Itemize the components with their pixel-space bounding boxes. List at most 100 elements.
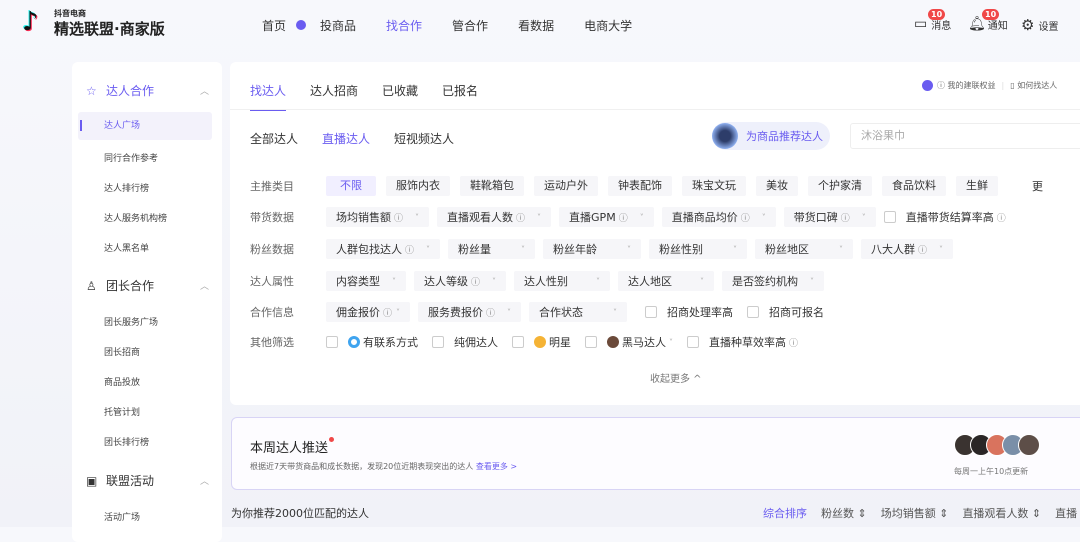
category-chip[interactable]: 钟表配饰 — [608, 176, 672, 196]
subtab-live[interactable]: 直播达人 — [322, 130, 370, 147]
banner-title: 本周达人推送 — [250, 437, 335, 456]
dark-horse-checkbox[interactable]: 黑马达人 ˅ — [585, 334, 673, 350]
category-chip[interactable]: 生鲜 — [956, 176, 998, 196]
search-input[interactable]: 沐浴果巾 — [850, 123, 1080, 149]
sort-views[interactable]: 直播观看人数 ⇕ — [962, 505, 1041, 521]
gpm-dropdown[interactable]: 直播GPM ⓘ ˅ — [559, 207, 654, 227]
gender-dropdown[interactable]: 达人性别 ˅ — [514, 271, 611, 291]
service-fee-dropdown[interactable]: 服务费报价 ⓘ ˅ — [418, 302, 522, 322]
category-more[interactable]: 更 — [1032, 178, 1043, 194]
contact-checkbox[interactable]: 有联系方式 — [326, 334, 418, 350]
tab-influencer-recruit[interactable]: 达人招商 — [310, 82, 358, 111]
sidebar-group-activities[interactable]: ▣ 联盟活动 — [86, 472, 154, 489]
star-badge-icon — [534, 336, 546, 348]
chevron-up-icon[interactable]: ︿ — [200, 279, 209, 292]
sort-live[interactable]: 直播 — [1055, 505, 1077, 521]
category-chip[interactable]: 美妆 — [756, 176, 798, 196]
dark-horse-icon — [607, 336, 619, 348]
commission-only-checkbox[interactable]: 纯佣达人 — [432, 334, 498, 350]
help-icon: ⓘ — [618, 213, 628, 224]
category-chip[interactable]: 运动户外 — [534, 176, 598, 196]
chevron-down-icon: ˅ — [669, 337, 673, 347]
sidebar-item-activity-plaza[interactable]: 活动广场 — [104, 510, 140, 523]
recruit-open-checkbox[interactable]: 招商可报名 — [747, 304, 824, 320]
reputation-dropdown[interactable]: 带货口碑 ⓘ ˅ — [783, 207, 876, 227]
views-dropdown[interactable]: 直播观看人数 ⓘ ˅ — [437, 207, 552, 227]
seeding-efficiency-checkbox[interactable]: 直播种草效率高 ⓘ — [687, 334, 798, 350]
sidebar-item-leader-ranking[interactable]: 团长排行榜 — [104, 435, 149, 448]
region-dropdown[interactable]: 达人地区 ˅ — [618, 271, 715, 291]
collapse-more-button[interactable]: 收起更多 ^ — [650, 370, 702, 385]
category-chip[interactable]: 食品饮料 — [882, 176, 946, 196]
nav-home[interactable]: 首页 — [262, 17, 286, 34]
filter-row-cooperation: 合作信息 佣金报价 ⓘ ˅ 服务费报价 ⓘ ˅ 合作状态 ˅ 招商处理率高 招商可报名 — [250, 302, 838, 322]
nav-manage-cooperation[interactable]: 管合作 — [452, 17, 488, 34]
chevron-down-icon: ˅ — [537, 212, 542, 222]
sidebar-item-hosting-plan[interactable]: 托管计划 — [104, 405, 140, 418]
category-chip[interactable]: 珠宝文玩 — [682, 176, 746, 196]
chevron-down-icon: ˅ — [639, 212, 644, 222]
chevron-up-icon[interactable]: ︿ — [200, 84, 209, 97]
help-icon: ⓘ — [471, 277, 481, 288]
crowd-pack-dropdown[interactable]: 人群包找达人 ⓘ ˅ — [326, 239, 441, 259]
recommend-influencer-button[interactable]: 为商品推荐达人 — [712, 122, 830, 150]
sort-avg-sales[interactable]: 场均销售额 ⇕ — [881, 505, 949, 521]
fans-count-dropdown[interactable]: 粉丝量 ˅ — [448, 239, 536, 259]
category-chip[interactable]: 个护家清 — [808, 176, 872, 196]
sidebar-group-leader[interactable]: ♙ 团长合作 — [86, 277, 154, 294]
sidebar-item-leader-plaza[interactable]: 团长服务广场 — [104, 315, 158, 328]
sidebar-item-product-placement[interactable]: 商品投放 — [104, 375, 140, 388]
sidebar-item-blacklist[interactable]: 达人黑名单 — [104, 241, 149, 254]
level-dropdown[interactable]: 达人等级 ⓘ ˅ — [414, 271, 507, 291]
brand-title[interactable]: 精选联盟·商家版 — [54, 18, 165, 39]
fans-age-dropdown[interactable]: 粉丝年龄 ˅ — [543, 239, 642, 259]
sidebar-item-peer-reference[interactable]: 同行合作参考 — [104, 151, 158, 164]
nav-university[interactable]: 电商大学 — [584, 17, 632, 34]
recruit-rate-checkbox[interactable]: 招商处理率高 — [645, 304, 733, 320]
messages-button[interactable]: ▭ 10 消息 — [914, 9, 951, 32]
agency-dropdown[interactable]: 是否签约机构 ˅ — [722, 271, 825, 291]
category-chip[interactable]: 不限 — [326, 176, 376, 196]
my-rights-link[interactable]: 我的建联权益 — [948, 80, 996, 91]
chevron-down-icon: ˅ — [700, 276, 705, 286]
chevron-up-icon[interactable]: ︿ — [200, 474, 209, 487]
sales-dropdown[interactable]: 场均销售额 ⓘ ˅ — [326, 207, 430, 227]
settlement-rate-checkbox[interactable]: 直播带货结算率高 ⓘ — [883, 209, 1006, 225]
subtab-all[interactable]: 全部达人 — [250, 130, 298, 147]
help-icon: ⓘ — [840, 213, 850, 224]
tab-favorites[interactable]: 已收藏 — [382, 82, 418, 111]
settings-button[interactable]: ⚙ 设置 — [1021, 16, 1058, 34]
tab-registered[interactable]: 已报名 — [442, 82, 478, 111]
nav-data[interactable]: 看数据 — [518, 17, 554, 34]
nav-find-cooperation[interactable]: 找合作 — [386, 17, 422, 34]
sort-overall[interactable]: 综合排序 — [763, 505, 807, 521]
fans-region-dropdown[interactable]: 粉丝地区 ˅ — [755, 239, 854, 259]
howto-link[interactable]: 如何找达人 — [1017, 80, 1057, 91]
nav-products[interactable]: 投商品 — [320, 17, 356, 34]
notify-button[interactable]: 🔔︎ 10 通知 — [968, 9, 1008, 32]
sidebar-group-influencer[interactable]: ☆ 达人合作 — [86, 82, 154, 99]
avg-price-dropdown[interactable]: 直播商品均价 ⓘ ˅ — [661, 207, 776, 227]
view-more-link[interactable]: 查看更多 > — [476, 462, 517, 471]
douyin-logo-icon: ♪ — [22, 7, 39, 37]
coop-status-dropdown[interactable]: 合作状态 ˅ — [529, 302, 628, 322]
category-chip[interactable]: 鞋靴箱包 — [460, 176, 524, 196]
filter-label: 其他筛选 — [250, 336, 294, 349]
weekly-push-banner[interactable]: 本周达人推送 根据近7天带货商品和成长数据，发现20位近期表现突出的达人 查看更… — [231, 417, 1080, 490]
commission-dropdown[interactable]: 佣金报价 ⓘ ˅ — [326, 302, 411, 322]
chevron-down-icon: ˅ — [521, 244, 526, 254]
star-icon: ☆ — [86, 83, 97, 98]
sidebar-item-leader-recruit[interactable]: 团长招商 — [104, 345, 140, 358]
sidebar-item-influencer-plaza[interactable]: 达人广场 — [78, 112, 212, 140]
fans-gender-dropdown[interactable]: 粉丝性别 ˅ — [649, 239, 748, 259]
content-type-dropdown[interactable]: 内容类型 ˅ — [326, 271, 406, 291]
category-chip[interactable]: 服饰内衣 — [386, 176, 450, 196]
eight-groups-dropdown[interactable]: 八大人群 ⓘ ˅ — [861, 239, 954, 259]
sidebar-item-ranking[interactable]: 达人排行榜 — [104, 181, 149, 194]
sort-fans[interactable]: 粉丝数 ⇕ — [821, 505, 867, 521]
help-icon: ⓘ — [789, 338, 799, 349]
sidebar-item-agency-ranking[interactable]: 达人服务机构榜 — [104, 211, 167, 224]
celebrity-checkbox[interactable]: 明星 — [512, 334, 571, 350]
subtab-short-video[interactable]: 短视频达人 — [394, 130, 454, 147]
tab-find-influencer[interactable]: 找达人 — [250, 82, 287, 111]
